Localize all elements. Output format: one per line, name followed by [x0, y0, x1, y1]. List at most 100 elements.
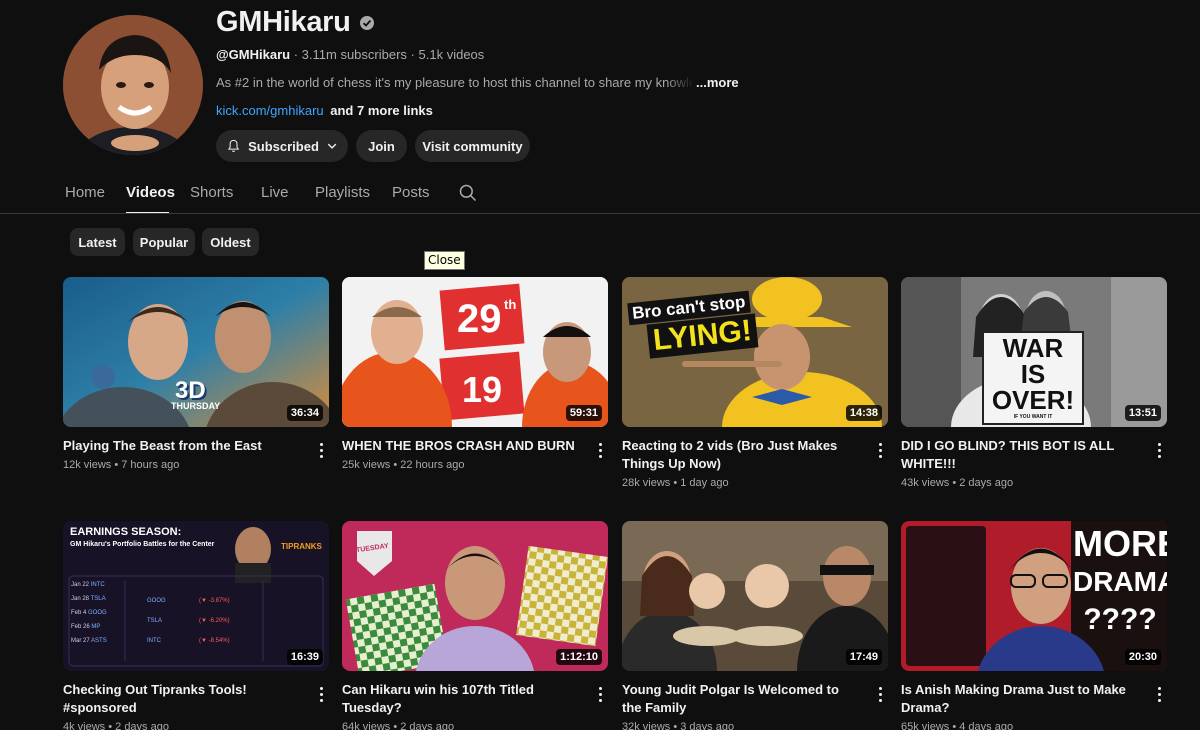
more-options-icon[interactable]: [313, 684, 329, 704]
more-description-button[interactable]: ...more: [696, 75, 739, 90]
video-title[interactable]: WHEN THE BROS CRASH AND BURN: [342, 437, 582, 455]
more-options-icon[interactable]: [313, 440, 329, 460]
subscribed-button[interactable]: Subscribed: [216, 130, 348, 162]
search-icon[interactable]: [458, 183, 478, 203]
video-card[interactable]: Bro can't stop LYING! 14:38 Reacting to …: [622, 277, 888, 489]
video-thumbnail[interactable]: 3D THURSDAY 36:34: [63, 277, 329, 427]
more-options-icon[interactable]: [592, 440, 608, 460]
video-duration: 59:31: [565, 405, 602, 421]
channel-handle: @GMHikaru: [216, 47, 291, 62]
video-duration: 14:38: [845, 405, 882, 421]
thumb-drama-line3: ????: [1083, 603, 1157, 636]
video-duration: 16:39: [286, 649, 323, 665]
avatar-image: [63, 15, 203, 155]
channel-name-text: GMHikaru: [216, 6, 351, 38]
video-thumbnail[interactable]: Bro can't stop LYING! 14:38: [622, 277, 888, 427]
tab-posts[interactable]: Posts: [392, 184, 430, 201]
channel-name: GMHikaru: [216, 6, 375, 39]
close-tooltip: Close: [424, 251, 465, 270]
video-meta: 65k views • 4 days ago: [901, 721, 1014, 730]
visit-community-label: Visit community: [422, 138, 523, 154]
thumb-sign-line1: WAR: [1002, 333, 1064, 363]
channel-meta: @GMHikaru · 3.11m subscribers · 5.1k vid…: [216, 47, 484, 62]
tab-playlists[interactable]: Playlists: [315, 184, 370, 201]
kick-link[interactable]: kick.com/gmhikaru: [216, 103, 324, 118]
video-title[interactable]: Checking Out Tipranks Tools! #sponsored: [63, 681, 303, 717]
tab-videos[interactable]: Videos: [126, 184, 175, 201]
video-meta: 64k views • 2 days ago: [342, 721, 455, 730]
video-thumbnail[interactable]: 17:49: [622, 521, 888, 671]
thumb-date-top: 29: [457, 297, 502, 341]
visit-community-button[interactable]: Visit community: [415, 130, 530, 162]
chip-popular[interactable]: Popular: [133, 228, 195, 256]
thumb-headline: EARNINGS SEASON:: [70, 526, 182, 538]
more-options-icon[interactable]: [1151, 440, 1167, 460]
thumb-subheadline: GM Hikaru's Portfolio Battles for the Ce…: [70, 541, 215, 548]
thumb-logo: TIPRANKS: [281, 542, 322, 551]
more-options-icon[interactable]: [592, 684, 608, 704]
video-meta: 32k views • 3 days ago: [622, 721, 735, 730]
video-thumbnail[interactable]: 29 th 19 59:31: [342, 277, 608, 427]
join-label: Join: [368, 138, 395, 154]
meta-separator: ·: [410, 47, 415, 62]
more-options-icon[interactable]: [1151, 684, 1167, 704]
video-card[interactable]: TUESDAY 1:12:10 Can Hikaru win his 107th…: [342, 521, 608, 730]
video-meta: 43k views • 2 days ago: [901, 477, 1014, 489]
video-duration: 17:49: [845, 649, 882, 665]
verified-badge-icon: [359, 15, 374, 30]
thumb-ticker-tags: GOOG TSLA INTC: [147, 598, 166, 644]
video-count: 5.1k videos: [418, 47, 485, 62]
channel-description[interactable]: As #2 in the world of chess it's my plea…: [216, 75, 746, 90]
video-card[interactable]: 17:49 Young Judit Polgar Is Welcomed to …: [622, 521, 888, 730]
video-meta: 25k views • 22 hours ago: [342, 459, 465, 471]
video-card[interactable]: WAR IS OVER! IF YOU WANT IT 13:51 DID I …: [901, 277, 1167, 489]
video-title[interactable]: Reacting to 2 vids (Bro Just Makes Thing…: [622, 437, 862, 473]
video-duration: 20:30: [1124, 649, 1161, 665]
join-button[interactable]: Join: [356, 130, 407, 162]
video-title[interactable]: Is Anish Making Drama Just to Make Drama…: [901, 681, 1141, 717]
tabs-divider: [0, 213, 1200, 214]
video-card[interactable]: EARNINGS SEASON: GM Hikaru's Portfolio B…: [63, 521, 329, 730]
thumb-drama-line2: DRAMA: [1073, 566, 1167, 597]
video-thumbnail[interactable]: TUESDAY 1:12:10: [342, 521, 608, 671]
more-links-button[interactable]: and 7 more links: [330, 103, 433, 118]
chip-oldest[interactable]: Oldest: [202, 228, 259, 256]
chip-latest[interactable]: Latest: [70, 228, 125, 256]
video-thumbnail[interactable]: WAR IS OVER! IF YOU WANT IT 13:51: [901, 277, 1167, 427]
video-duration: 13:51: [1124, 405, 1161, 421]
thumb-drama-text: MORE DRAMA ????: [1073, 525, 1167, 639]
video-meta: 4k views • 2 days ago: [63, 721, 169, 730]
thumb-calendar: Jan 22 INTC Jan 28 TSLA Feb 4 GOOG Feb 2…: [71, 582, 107, 644]
subscribed-label: Subscribed: [248, 138, 319, 154]
chevron-down-icon: [327, 143, 337, 149]
video-duration: 1:12:10: [556, 649, 602, 665]
more-options-icon[interactable]: [872, 684, 888, 704]
thumb-date-bottom: 19: [462, 369, 503, 410]
video-card[interactable]: 3D THURSDAY 36:34 Playing The Beast from…: [63, 277, 329, 471]
video-thumbnail[interactable]: EARNINGS SEASON: GM Hikaru's Portfolio B…: [63, 521, 329, 671]
video-card[interactable]: MORE DRAMA ???? 20:30 Is Anish Making Dr…: [901, 521, 1167, 730]
video-meta: 12k views • 7 hours ago: [63, 459, 180, 471]
thumb-sign-line2: IS: [1020, 359, 1046, 389]
thumb-sign: WAR IS OVER! IF YOU WANT IT: [983, 335, 1083, 421]
channel-links: kick.com/gmhikaru and 7 more links: [216, 103, 433, 118]
description-text: As #2 in the world of chess it's my plea…: [216, 75, 694, 90]
channel-avatar[interactable]: [63, 15, 203, 155]
tab-shorts[interactable]: Shorts: [190, 184, 233, 201]
video-title[interactable]: Young Judit Polgar Is Welcomed to the Fa…: [622, 681, 862, 717]
video-duration: 36:34: [286, 405, 323, 421]
video-thumbnail[interactable]: MORE DRAMA ???? 20:30: [901, 521, 1167, 671]
thumb-thursday-label: THURSDAY: [171, 401, 221, 411]
thumb-sign-line3: OVER!: [991, 385, 1075, 415]
meta-separator: ·: [293, 47, 299, 62]
tab-home[interactable]: Home: [65, 184, 105, 201]
video-title[interactable]: Can Hikaru win his 107th Titled Tuesday?: [342, 681, 582, 717]
tab-live[interactable]: Live: [261, 184, 289, 201]
video-title[interactable]: DID I GO BLIND? THIS BOT IS ALL WHITE!!!: [901, 437, 1141, 473]
video-meta: 28k views • 1 day ago: [622, 477, 729, 489]
more-options-icon[interactable]: [872, 440, 888, 460]
bell-icon: [227, 139, 240, 152]
video-card[interactable]: 29 th 19 59:31 WHEN THE BROS CRASH AND B…: [342, 277, 608, 471]
video-title[interactable]: Playing The Beast from the East: [63, 437, 303, 455]
thumb-stock-moves: (▼ -3.87%) (▼ -6.20%) (▼ -8.54%): [199, 598, 230, 644]
